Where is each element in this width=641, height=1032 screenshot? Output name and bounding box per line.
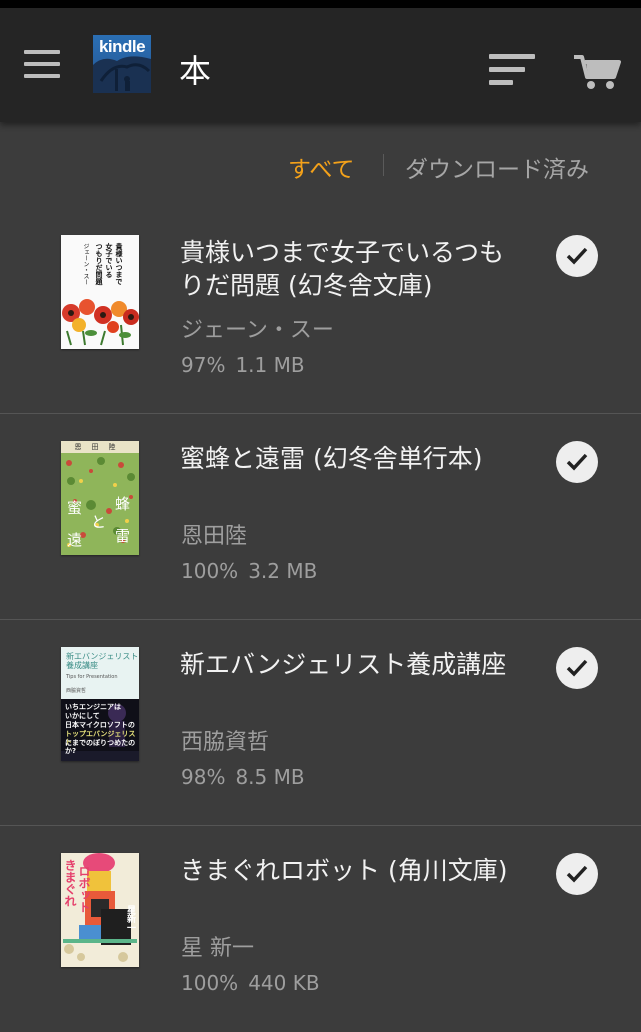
cart-icon[interactable]	[572, 51, 622, 91]
filter-all-tab[interactable]: すべて	[288, 150, 354, 184]
book-title: 貴様いつまで女子でいるつもりだ問題 (幻冬舎文庫)	[180, 238, 505, 300]
check-circle-icon[interactable]	[556, 441, 598, 483]
book-author: 星 新一	[181, 936, 254, 961]
book-size: 1.1 MB	[235, 353, 305, 377]
book-meta: 100% 3.2 MB	[181, 559, 317, 583]
book-cover: 貴様いつまで 女子でいる つもりだ問題 ジェーン・スー	[61, 235, 139, 349]
page-title: 本	[179, 52, 212, 90]
kindle-logo: kindle	[93, 35, 151, 93]
filter-bar: すべて ダウンロード済み	[0, 122, 641, 208]
check-circle-icon[interactable]	[556, 647, 598, 689]
hamburger-menu-icon[interactable]	[24, 50, 62, 80]
book-size: 8.5 MB	[235, 765, 305, 789]
book-title: 新エバンジェリスト養成講座	[180, 650, 507, 679]
sort-icon[interactable]	[489, 54, 537, 90]
book-cover: 新エバンジェリスト 養成講座 Tips for Presentation 西脇資…	[61, 647, 139, 761]
book-list-item[interactable]: 貴様いつまで 女子でいる つもりだ問題 ジェーン・スー 貴様いつまで女子でいるつ…	[0, 208, 641, 414]
filter-divider	[383, 154, 384, 176]
book-progress: 100%	[181, 971, 239, 995]
book-cover: きまぐれ ロボット 星新一	[61, 853, 139, 967]
book-title: きまぐれロボット (角川文庫)	[180, 856, 508, 885]
book-cover: 恩田陸 蜂 蜜 雷 遠 と	[61, 441, 139, 555]
book-list-item[interactable]: 恩田陸 蜂 蜜 雷 遠 と 蜜蜂と遠雷 (幻冬舎単行本) 恩田陸 100% 3.2…	[0, 414, 641, 620]
book-list-item[interactable]: 新エバンジェリスト 養成講座 Tips for Presentation 西脇資…	[0, 620, 641, 826]
book-meta: 97% 1.1 MB	[181, 353, 305, 377]
status-bar	[0, 0, 641, 8]
filter-downloaded-tab[interactable]: ダウンロード済み	[405, 150, 589, 184]
book-list: 貴様いつまで 女子でいる つもりだ問題 ジェーン・スー 貴様いつまで女子でいるつ…	[0, 208, 641, 1032]
book-author: ジェーン・スー	[181, 318, 334, 343]
check-circle-icon[interactable]	[556, 235, 598, 277]
book-author: 恩田陸	[181, 524, 248, 549]
check-circle-icon[interactable]	[556, 853, 598, 895]
book-meta: 100% 440 KB	[181, 971, 320, 995]
book-list-item[interactable]: きまぐれ ロボット 星新一 きまぐれロボット (角川文庫) 星 新一 100% 4…	[0, 826, 641, 1032]
book-author: 西脇資哲	[181, 730, 270, 755]
book-meta: 98% 8.5 MB	[181, 765, 305, 789]
book-progress: 100%	[181, 559, 239, 583]
book-progress: 97%	[181, 353, 226, 377]
book-progress: 98%	[181, 765, 226, 789]
app-bar: kindle 本	[0, 8, 641, 122]
book-title: 蜜蜂と遠雷 (幻冬舎単行本)	[180, 444, 483, 473]
book-size: 440 KB	[248, 971, 320, 995]
book-size: 3.2 MB	[248, 559, 318, 583]
